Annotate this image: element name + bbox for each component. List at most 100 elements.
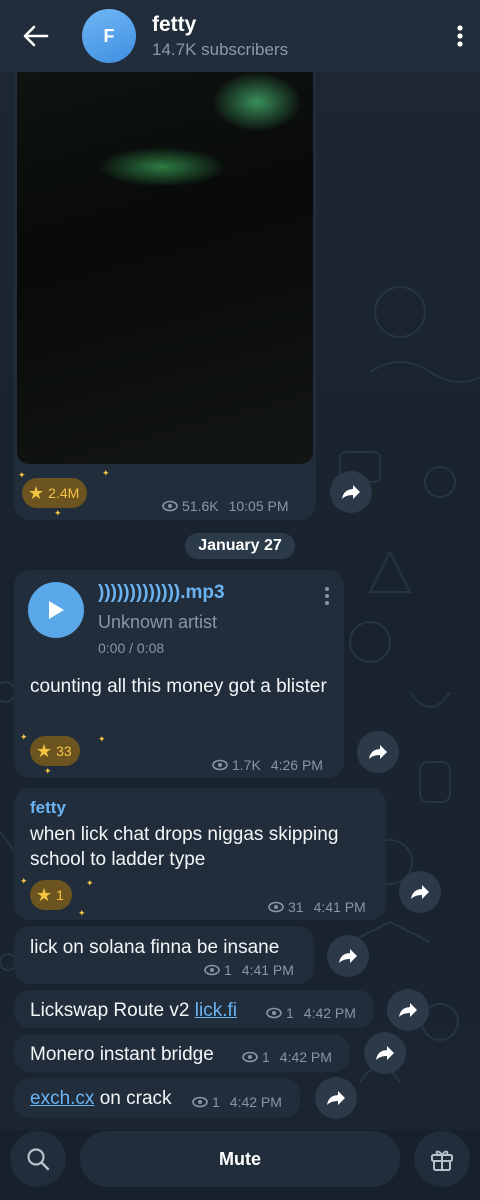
share-button[interactable] xyxy=(327,935,369,977)
audio-duration: 0:00 / 0:08 xyxy=(98,640,165,656)
share-arrow-icon xyxy=(376,1046,394,1060)
share-button[interactable] xyxy=(330,471,372,513)
reaction-count: 1 xyxy=(56,887,64,903)
share-button[interactable] xyxy=(387,989,429,1031)
video-glow xyxy=(212,72,302,132)
eye-icon xyxy=(192,1096,208,1108)
reaction-count: 2.4M xyxy=(48,485,80,501)
message-time: 4:42 PM xyxy=(303,1005,356,1021)
star-icon: ★ xyxy=(28,482,45,503)
more-vertical-icon xyxy=(457,25,463,47)
view-count: 1 xyxy=(224,962,232,978)
message-meta: 1 4:42 PM xyxy=(242,1049,332,1065)
eye-icon xyxy=(266,1007,282,1019)
avatar-letter: F xyxy=(103,25,115,46)
message-meta: 1.7K 4:26 PM xyxy=(212,757,323,773)
play-icon xyxy=(49,601,64,619)
share-arrow-icon xyxy=(411,885,429,899)
text-message: Monero instant bridge 1 4:42 PM xyxy=(14,1034,350,1072)
video-glow-2 xyxy=(97,147,227,187)
star-reaction[interactable]: ★ 1 xyxy=(30,880,72,910)
audio-message: ))))))))))))).mp3 Unknown artist 0:00 / … xyxy=(14,570,344,778)
text-message: exch.cx on crack 1 4:42 PM xyxy=(14,1078,300,1118)
message-text: when lick chat drops niggas skipping sch… xyxy=(30,824,339,870)
sparkle-icon: ✦ xyxy=(102,468,110,478)
message-text-plain: on crack xyxy=(94,1088,172,1109)
message-meta: 31 4:41 PM xyxy=(268,899,366,915)
audio-artist: Unknown artist xyxy=(98,612,218,632)
eye-icon xyxy=(162,500,178,512)
sparkle-icon: ✦ xyxy=(86,878,94,888)
sparkle-icon: ✦ xyxy=(20,876,28,886)
gift-button[interactable] xyxy=(414,1131,470,1187)
sparkle-icon: ✦ xyxy=(78,908,86,918)
message-text-plain: Lickswap Route v2 xyxy=(30,1000,195,1021)
search-button[interactable] xyxy=(10,1131,66,1187)
star-icon: ★ xyxy=(36,884,53,905)
sparkle-icon: ✦ xyxy=(18,470,26,480)
share-arrow-icon xyxy=(327,1091,345,1105)
share-button[interactable] xyxy=(364,1032,406,1074)
back-button[interactable] xyxy=(0,0,72,72)
message-meta: 1 4:42 PM xyxy=(192,1094,282,1110)
arrow-left-icon xyxy=(23,25,49,47)
eye-icon xyxy=(242,1051,258,1063)
text-message: lick on solana finna be insane 1 4:41 PM xyxy=(14,926,314,984)
play-button[interactable] xyxy=(28,582,84,638)
sparkle-icon: ✦ xyxy=(20,732,28,742)
view-count: 31 xyxy=(288,899,304,915)
share-arrow-icon xyxy=(342,485,360,499)
view-count: 1 xyxy=(286,1005,294,1021)
date-separator: January 27 xyxy=(185,533,295,559)
video-message: ★ 2.4M ✦ ✦ ✦ 51.6K 10:05 PM xyxy=(14,60,316,520)
view-count: 1 xyxy=(212,1094,220,1110)
message-meta: 1 4:41 PM xyxy=(204,962,294,978)
wallpaper-doodles xyxy=(339,286,480,1083)
sparkle-icon: ✦ xyxy=(44,766,52,776)
message-link[interactable]: exch.cx xyxy=(30,1088,94,1109)
text-message: fetty when lick chat drops niggas skippi… xyxy=(14,788,386,920)
message-text: lick on solana finna be insane xyxy=(30,937,280,958)
gift-icon xyxy=(431,1150,453,1171)
message-time: 4:42 PM xyxy=(229,1094,282,1110)
star-reaction[interactable]: ★ 2.4M xyxy=(22,478,88,508)
message-text: Lickswap Route v2 lick.fi xyxy=(30,998,237,1023)
eye-icon xyxy=(268,901,284,913)
view-count: 1 xyxy=(262,1049,270,1065)
share-arrow-icon xyxy=(399,1003,417,1017)
view-count: 51.6K xyxy=(182,498,219,514)
message-time: 4:41 PM xyxy=(313,899,366,915)
mute-button[interactable]: Mute xyxy=(80,1131,400,1187)
message-link[interactable]: lick.fi xyxy=(195,1000,237,1021)
text-message: Lickswap Route v2 lick.fi 1 4:42 PM xyxy=(14,990,374,1028)
video-thumbnail[interactable] xyxy=(17,72,313,464)
message-time: 4:26 PM xyxy=(270,757,323,773)
search-icon xyxy=(27,1148,50,1171)
more-vertical-icon xyxy=(325,587,329,605)
share-button[interactable] xyxy=(357,731,399,773)
sparkle-icon: ✦ xyxy=(98,734,106,744)
star-reaction[interactable]: ★ 33 xyxy=(30,736,80,766)
audio-menu-button[interactable] xyxy=(324,586,330,611)
message-text: Monero instant bridge xyxy=(30,1044,214,1065)
channel-info[interactable]: fetty 14.7K subscribers xyxy=(152,13,440,60)
message-meta: 51.6K 10:05 PM xyxy=(162,498,289,514)
eye-icon xyxy=(204,964,220,976)
share-button[interactable] xyxy=(315,1077,357,1119)
more-options-button[interactable] xyxy=(440,0,480,72)
share-button[interactable] xyxy=(399,871,441,913)
share-arrow-icon xyxy=(339,949,357,963)
star-icon: ★ xyxy=(36,740,53,761)
message-time: 4:41 PM xyxy=(241,962,294,978)
message-text: exch.cx on crack xyxy=(30,1086,172,1111)
message-time: 4:42 PM xyxy=(279,1049,332,1065)
view-count: 1.7K xyxy=(232,757,261,773)
channel-avatar[interactable]: F xyxy=(82,9,136,63)
sparkle-icon: ✦ xyxy=(54,508,62,518)
channel-title: fetty xyxy=(152,12,197,36)
message-meta: 1 4:42 PM xyxy=(266,1005,356,1021)
chat-header: F fetty 14.7K subscribers xyxy=(0,0,480,72)
message-text: counting all this money got a blister xyxy=(30,676,327,697)
message-time: 10:05 PM xyxy=(228,498,289,514)
audio-file-name: ))))))))))))).mp3 xyxy=(98,582,225,603)
